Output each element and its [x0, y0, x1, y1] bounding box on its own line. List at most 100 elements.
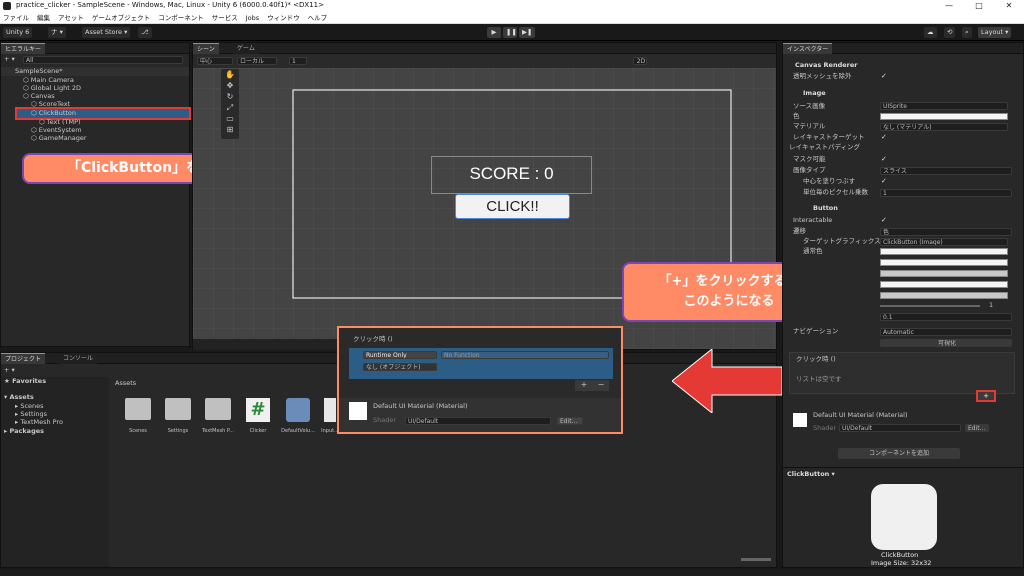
grid-size-field[interactable]: 1 — [289, 57, 307, 65]
packages-folder[interactable]: ▸ Packages — [4, 427, 44, 436]
menu-gameobject[interactable]: ゲームオブジェクト — [92, 12, 150, 23]
popup-shader-dropdown[interactable]: UI/Default — [405, 417, 551, 425]
tab-scene[interactable]: シーン — [193, 43, 219, 54]
close-button[interactable]: ✕ — [994, 0, 1024, 12]
highlighted-color-field[interactable] — [880, 259, 1008, 266]
shader-dropdown[interactable]: UI/Default — [839, 424, 961, 432]
transition-dropdown[interactable]: 色 — [880, 228, 1012, 236]
hand-tool-icon[interactable]: ✋ — [221, 69, 239, 80]
cull-transparent-checkbox[interactable]: ✓ — [881, 73, 888, 80]
color-field[interactable] — [880, 113, 1008, 120]
cloud-icon[interactable]: ☁ — [924, 27, 937, 38]
asset-textmesh[interactable]: TextMesh P... — [201, 398, 235, 434]
maximize-button[interactable]: □ — [964, 0, 994, 12]
pivot-dropdown[interactable]: 中心 — [197, 57, 233, 65]
visualize-button[interactable]: 可視化 — [880, 339, 1012, 347]
rotate-tool-icon[interactable]: ↻ — [221, 91, 239, 102]
space-dropdown[interactable]: ローカル — [237, 57, 277, 65]
assets-folder[interactable]: ▾ Assets — [4, 393, 34, 402]
source-image-field[interactable]: UISprite — [880, 102, 1008, 110]
tool-palette: ✋ ✥ ↻ ⤢ ▭ ⊞ — [221, 69, 239, 139]
account-button[interactable]: ナ ▾ — [48, 27, 66, 38]
material-asset-name: Default UI Material (Material) — [813, 411, 908, 419]
favorites-folder[interactable]: ★ Favorites — [4, 377, 46, 386]
asset-grid: Scenes Settings TextMesh P... # Clicker D… — [121, 398, 341, 448]
asset-settings[interactable]: Settings — [161, 398, 195, 434]
search-icon[interactable]: ⌕ — [962, 27, 972, 38]
minimize-button[interactable]: — — [934, 0, 964, 12]
asset-store-button[interactable]: Asset Store ▾ — [82, 27, 131, 38]
interactable-checkbox[interactable]: ✓ — [881, 217, 888, 224]
version-control-icon[interactable]: ⎇ — [138, 27, 152, 38]
menu-services[interactable]: サービス — [212, 12, 238, 23]
material-field[interactable]: なし (マテリアル) — [880, 123, 1008, 131]
popup-minus-button[interactable]: − — [593, 380, 609, 391]
project-add-icon[interactable]: + ▾ — [4, 366, 15, 375]
color-multiplier-value[interactable]: 1 — [989, 301, 993, 310]
tab-game[interactable]: ゲーム — [233, 43, 259, 54]
tab-project[interactable]: プロジェクト — [1, 353, 46, 364]
hierarchy-search-input[interactable]: All — [23, 56, 183, 64]
image-header[interactable]: Image — [803, 88, 826, 98]
transform-tool-icon[interactable]: ⊞ — [221, 124, 239, 135]
menu-window[interactable]: ウィンドウ — [267, 12, 300, 23]
tree-textmesh[interactable]: ▸ TextMesh Pro — [15, 418, 63, 427]
tab-hierarchy[interactable]: ヒエラルキー — [1, 43, 46, 54]
menu-file[interactable]: ファイル — [3, 12, 29, 23]
hierarchy-item-gamemanager[interactable]: ⬡ GameManager — [31, 134, 87, 143]
raycast-target-checkbox[interactable]: ✓ — [881, 134, 888, 141]
asset-defaultvolume[interactable]: DefaultVolu... — [281, 398, 315, 434]
popup-edit-button[interactable]: Edit... — [557, 417, 583, 425]
fade-duration-field[interactable]: 0.1 — [880, 313, 1012, 321]
asset-scenes[interactable]: Scenes — [121, 398, 155, 434]
color-multiplier-slider[interactable] — [880, 305, 980, 307]
selected-color-field[interactable] — [880, 281, 1008, 288]
layout-dropdown[interactable]: Layout ▾ — [978, 27, 1012, 38]
zoom-slider[interactable] — [741, 558, 771, 561]
onclick-add-button[interactable]: + — [976, 390, 996, 402]
history-icon[interactable]: ⟲ — [944, 27, 956, 38]
material-label: マテリアル — [793, 122, 826, 130]
function-dropdown[interactable]: No Function — [441, 351, 609, 359]
tab-console[interactable]: コンソール — [59, 353, 98, 364]
maskable-checkbox[interactable]: ✓ — [881, 156, 888, 163]
move-tool-icon[interactable]: ✥ — [221, 80, 239, 91]
material-edit-button[interactable]: Edit... — [965, 424, 989, 432]
asset-clicker[interactable]: # Clicker — [241, 398, 275, 434]
target-graphic-field[interactable]: ClickButton (Image) — [880, 238, 1008, 246]
hierarchy-item-scoretext[interactable]: ⬡ ScoreText — [31, 100, 70, 109]
normal-color-field[interactable] — [880, 248, 1008, 255]
tab-inspector[interactable]: インスペクター — [783, 43, 833, 54]
canvas-renderer-header[interactable]: Canvas Renderer — [795, 60, 857, 70]
navigation-dropdown[interactable]: Automatic — [880, 328, 1012, 336]
play-button[interactable]: ▶ — [487, 27, 501, 38]
unity-version-button[interactable]: Unity 6 — [3, 27, 33, 38]
mode-2d-toggle[interactable]: 2D — [633, 57, 647, 65]
scene-row[interactable]: SampleScene* — [1, 67, 189, 76]
rect-tool-icon[interactable]: ▭ — [221, 113, 239, 124]
menu-jobs[interactable]: Jobs — [246, 12, 259, 23]
menu-edit[interactable]: 編集 — [37, 12, 50, 23]
click-button-object[interactable]: CLICK!! — [455, 194, 570, 219]
hierarchy-item-clickbutton[interactable]: ⬡ ClickButton — [15, 107, 191, 120]
input-asset-icon — [324, 398, 336, 422]
button-header[interactable]: Button — [813, 203, 838, 213]
menu-assets[interactable]: アセット — [58, 12, 84, 23]
step-button[interactable]: ▶❚ — [519, 27, 535, 38]
add-icon[interactable]: + ▾ — [4, 55, 15, 64]
popup-plus-button[interactable]: + — [575, 380, 593, 391]
menu-help[interactable]: ヘルプ — [308, 12, 328, 23]
image-type-dropdown[interactable]: スライス — [880, 167, 1012, 175]
object-field[interactable]: なし (オブジェクト) — [363, 363, 437, 371]
add-component-button[interactable]: コンポーネントを追加 — [838, 448, 960, 459]
disabled-color-field[interactable] — [880, 292, 1008, 299]
pressed-color-field[interactable] — [880, 270, 1008, 277]
raycast-padding-label[interactable]: レイキャストパディング — [789, 143, 860, 152]
preview-title[interactable]: ClickButton ▾ — [787, 469, 835, 479]
scale-tool-icon[interactable]: ⤢ — [221, 102, 239, 113]
pause-button[interactable]: ❚❚ — [503, 27, 517, 38]
runtime-dropdown[interactable]: Runtime Only — [363, 351, 437, 359]
pixels-per-unit-field[interactable]: 1 — [880, 189, 1012, 197]
menu-component[interactable]: コンポーネント — [158, 12, 204, 23]
fill-center-checkbox[interactable]: ✓ — [881, 178, 888, 185]
